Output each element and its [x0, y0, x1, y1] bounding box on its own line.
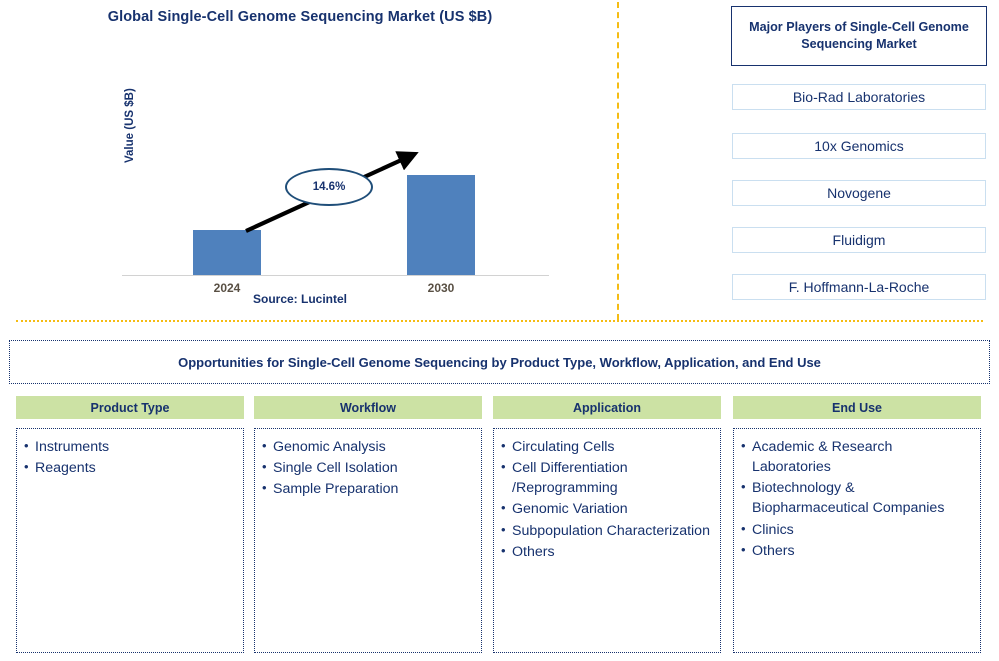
list-item: Genomic Analysis — [262, 437, 475, 457]
major-players-panel: Major Players of Single-Cell Genome Sequ… — [731, 0, 989, 320]
list-item: Subpopulation Characterization — [501, 521, 714, 541]
column-header-product-type: Product Type — [16, 396, 244, 419]
chart-panel: Global Single-Cell Genome Sequencing Mar… — [0, 0, 618, 320]
column-end-use: End Use Academic & Research Laboratories… — [733, 396, 981, 653]
cagr-bubble: 14.6% — [285, 168, 373, 206]
column-workflow: Workflow Genomic Analysis Single Cell Is… — [254, 396, 482, 653]
bullet-list-product-type: Instruments Reagents — [24, 437, 237, 478]
bullet-list-workflow: Genomic Analysis Single Cell Isolation S… — [262, 437, 475, 499]
opportunities-banner: Opportunities for Single-Cell Genome Seq… — [9, 340, 990, 384]
player-item-10x-genomics[interactable]: 10x Genomics — [732, 133, 986, 159]
player-item-bio-rad-laboratories[interactable]: Bio-Rad Laboratories — [732, 84, 986, 110]
list-item: Academic & Research Laboratories — [741, 437, 974, 477]
column-body-workflow: Genomic Analysis Single Cell Isolation S… — [254, 428, 482, 653]
vertical-divider — [617, 2, 619, 320]
column-application: Application Circulating Cells Cell Diffe… — [493, 396, 721, 653]
y-axis-label: Value (US $B) — [124, 88, 136, 163]
list-item: Circulating Cells — [501, 437, 714, 457]
column-body-product-type: Instruments Reagents — [16, 428, 244, 653]
horizontal-divider — [16, 320, 983, 322]
bullet-list-application: Circulating Cells Cell Differentiation /… — [501, 437, 714, 562]
chart-title: Global Single-Cell Genome Sequencing Mar… — [107, 9, 493, 25]
player-item-fluidigm[interactable]: Fluidigm — [732, 227, 986, 253]
list-item: Biotechnology & Biopharmaceutical Compan… — [741, 478, 974, 518]
bullet-list-end-use: Academic & Research Laboratories Biotech… — [741, 437, 974, 561]
list-item: Clinics — [741, 520, 974, 540]
column-header-application: Application — [493, 396, 721, 419]
top-section: Global Single-Cell Genome Sequencing Mar… — [0, 0, 999, 320]
list-item: Reagents — [24, 458, 237, 478]
list-item: Genomic Variation — [501, 499, 714, 519]
cagr-value: 14.6% — [312, 181, 346, 193]
opportunity-columns: Product Type Instruments Reagents Workfl… — [0, 396, 999, 658]
column-body-end-use: Academic & Research Laboratories Biotech… — [733, 428, 981, 653]
major-players-header: Major Players of Single-Cell Genome Sequ… — [731, 6, 987, 66]
source-note: Source: Lucintel — [252, 292, 347, 306]
list-item: Cell Differentiation /Reprogramming — [501, 458, 714, 498]
list-item: Others — [741, 541, 974, 561]
column-body-application: Circulating Cells Cell Differentiation /… — [493, 428, 721, 653]
list-item: Others — [501, 542, 714, 562]
player-item-f-hoffmann-la-roche[interactable]: F. Hoffmann-La-Roche — [732, 274, 986, 300]
list-item: Sample Preparation — [262, 479, 475, 499]
list-item: Instruments — [24, 437, 237, 457]
x-axis-line — [122, 275, 549, 276]
column-header-workflow: Workflow — [254, 396, 482, 419]
column-product-type: Product Type Instruments Reagents — [16, 396, 244, 653]
column-header-end-use: End Use — [733, 396, 981, 419]
bar-chart-plot-area: Value (US $B) 2024 2030 14.6% — [0, 60, 618, 295]
list-item: Single Cell Isolation — [262, 458, 475, 478]
player-item-novogene[interactable]: Novogene — [732, 180, 986, 206]
